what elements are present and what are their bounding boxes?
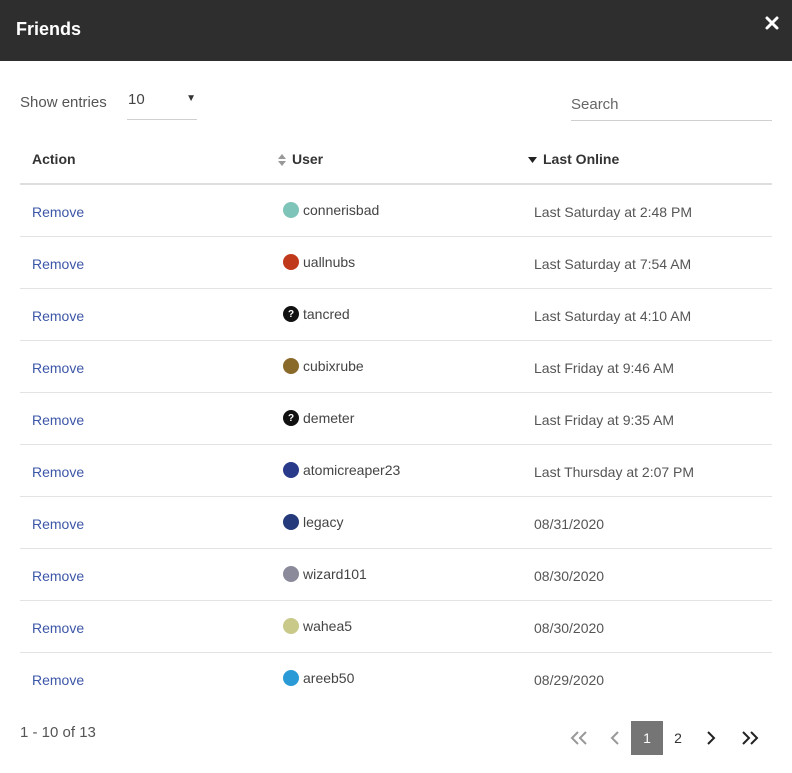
column-header-user[interactable]: User: [278, 151, 323, 167]
close-icon[interactable]: [764, 15, 780, 31]
remove-link[interactable]: Remove: [32, 464, 84, 480]
previous-page-button[interactable]: [601, 721, 629, 755]
username: areeb50: [303, 670, 355, 686]
table-row: Remove atomicreaper23 Last Thursday at 2:0…: [20, 445, 772, 497]
remove-link[interactable]: Remove: [32, 360, 84, 376]
entries-select-value: 10: [128, 91, 145, 108]
remove-link[interactable]: Remove: [32, 204, 84, 220]
last-online-cell: 08/31/2020: [534, 516, 605, 532]
avatar: [283, 254, 299, 270]
first-page-button[interactable]: [563, 721, 595, 755]
user-cell[interactable]: uallnubs: [283, 254, 355, 270]
username: connerisbad: [303, 202, 380, 218]
avatar: [283, 462, 299, 478]
remove-link[interactable]: Remove: [32, 516, 84, 532]
double-chevron-left-icon: [570, 731, 587, 745]
column-header-action[interactable]: Action: [32, 151, 76, 167]
dialog-header: Friends: [0, 0, 792, 61]
table-row: Remove connerisbad Last Saturday at 2:48 P…: [20, 185, 772, 237]
page-2-button[interactable]: 2: [663, 721, 693, 755]
user-cell[interactable]: connerisbad: [283, 202, 379, 218]
table-row: Remove? tancred Last Saturday at 4:10 AM: [20, 289, 772, 341]
last-online-cell: Last Thursday at 2:07 PM: [534, 464, 695, 480]
sort-descending-icon: [528, 157, 537, 164]
table-header: Action User Last Online: [20, 133, 772, 185]
last-online-cell: Last Saturday at 7:54 AM: [534, 256, 692, 272]
double-chevron-right-icon: [742, 731, 759, 745]
avatar: [283, 514, 299, 530]
username: atomicreaper23: [303, 462, 401, 478]
dialog-title: Friends: [16, 19, 82, 39]
table-row: Remove areeb50 08/29/2020: [20, 653, 772, 705]
avatar: [283, 358, 299, 374]
chevron-left-icon: [610, 731, 619, 745]
pagination-info: 1 - 10 of 13: [20, 724, 96, 741]
last-online-cell: Last Friday at 9:35 AM: [534, 412, 675, 428]
last-online-cell: 08/29/2020: [534, 672, 605, 688]
search-input[interactable]: [571, 89, 772, 121]
sort-icon: [278, 154, 286, 167]
show-entries-label: Show entries: [20, 94, 107, 111]
avatar: ?: [283, 410, 299, 426]
username: wahea5: [303, 618, 353, 634]
avatar: [283, 618, 299, 634]
avatar: ?: [283, 306, 299, 322]
username: legacy: [303, 514, 344, 530]
last-online-cell: 08/30/2020: [534, 620, 605, 636]
username: tancred: [303, 306, 350, 322]
user-cell[interactable]: ? tancred: [283, 306, 350, 322]
table-row: Remove? demeter Last Friday at 9:35 AM: [20, 393, 772, 445]
remove-link[interactable]: Remove: [32, 412, 84, 428]
username: wizard101: [303, 566, 367, 582]
table-row: Remove uallnubs Last Saturday at 7:54 AM: [20, 237, 772, 289]
last-online-cell: Last Saturday at 4:10 AM: [534, 308, 692, 324]
last-online-cell: 08/30/2020: [534, 568, 605, 584]
user-cell[interactable]: wizard101: [283, 566, 367, 582]
friends-table: Action User Last Online Remove connerisba…: [20, 133, 772, 705]
user-cell[interactable]: legacy: [283, 514, 343, 530]
last-online-cell: Last Friday at 9:46 AM: [534, 360, 675, 376]
chevron-right-icon: [707, 731, 716, 745]
user-cell[interactable]: ? demeter: [283, 410, 354, 426]
next-page-button[interactable]: [697, 721, 725, 755]
last-online-cell: Last Saturday at 2:48 PM: [534, 204, 692, 220]
username: uallnubs: [303, 254, 356, 270]
page-1-button[interactable]: 1: [631, 721, 663, 755]
avatar: [283, 670, 299, 686]
remove-link[interactable]: Remove: [32, 568, 84, 584]
table-controls: Show entries 10 ▼: [0, 61, 792, 133]
table-row: Remove legacy 08/31/2020: [20, 497, 772, 549]
column-header-last-online[interactable]: Last Online: [528, 151, 619, 167]
entries-select[interactable]: 10 ▼: [127, 88, 197, 120]
table-row: Remove wahea5 08/30/2020: [20, 601, 772, 653]
column-header-user-label: User: [292, 151, 324, 167]
user-cell[interactable]: wahea5: [283, 618, 352, 634]
avatar: [283, 566, 299, 582]
table-row: Remove wizard101 08/30/2020: [20, 549, 772, 601]
user-cell[interactable]: areeb50: [283, 670, 354, 686]
remove-link[interactable]: Remove: [32, 308, 84, 324]
caret-down-icon: ▼: [186, 93, 196, 104]
remove-link[interactable]: Remove: [32, 620, 84, 636]
user-cell[interactable]: cubixrube: [283, 358, 364, 374]
table-body: Remove connerisbad Last Saturday at 2:48 P…: [20, 185, 772, 705]
last-page-button[interactable]: [733, 721, 767, 755]
avatar: [283, 202, 299, 218]
pagination: 1 2: [563, 721, 773, 755]
remove-link[interactable]: Remove: [32, 672, 84, 688]
remove-link[interactable]: Remove: [32, 256, 84, 272]
username: cubixrube: [303, 358, 364, 374]
column-header-last-online-label: Last Online: [543, 151, 620, 167]
table-row: Remove cubixrube Last Friday at 9:46 AM: [20, 341, 772, 393]
user-cell[interactable]: atomicreaper23: [283, 462, 400, 478]
username: demeter: [303, 410, 355, 426]
